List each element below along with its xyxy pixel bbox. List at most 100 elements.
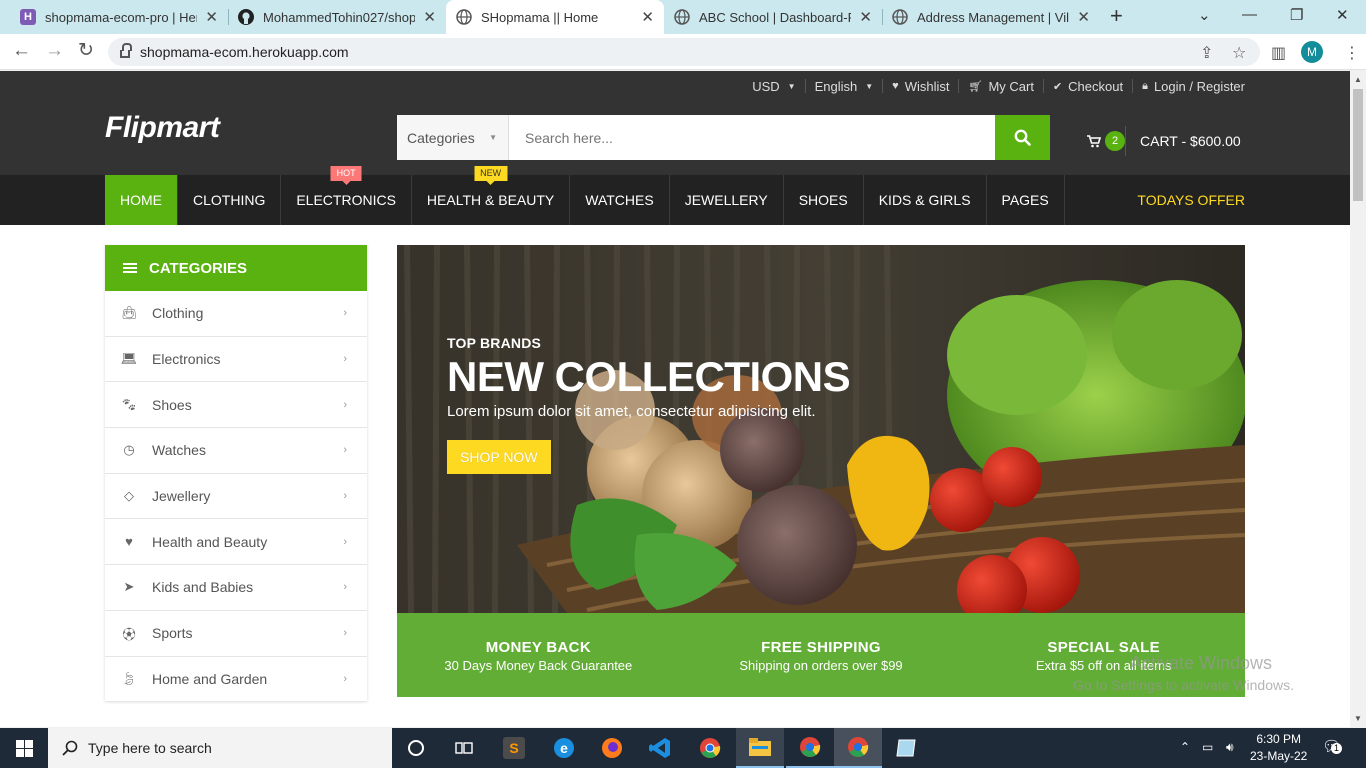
nav-jewellery[interactable]: JEWELLERY [670,175,784,225]
chevron-right-icon: › [343,673,347,686]
chrome-active-icon[interactable] [834,728,882,768]
chevron-right-icon: › [343,581,347,594]
category-clothing[interactable]: 👜︎ Clothing › [105,291,367,337]
nav-home[interactable]: HOME [105,175,178,225]
category-sports[interactable]: ⚽︎ Sports › [105,611,367,657]
file-explorer-icon[interactable] [736,728,784,768]
new-tab-button[interactable]: + [1110,5,1123,27]
scroll-down-icon[interactable]: ▼ [1354,714,1362,723]
hero-description: Lorem ipsum dolor sit amet, consectetur … [447,403,816,420]
globe-icon [892,9,908,25]
checkout-link[interactable]: ✔ Checkout [1044,79,1134,94]
forward-arrow-icon[interactable]: → [45,41,64,61]
close-icon[interactable]: ✕ [205,8,218,26]
chrome-profile-icon[interactable] [786,728,834,768]
svg-text:e: e [560,740,568,756]
categories-header: CATEGORIES [105,245,367,291]
page-scrollbar[interactable]: ▲ ▼ [1350,71,1366,727]
info-money-back: MONEY BACK 30 Days Money Back Guarantee [444,639,633,673]
start-button[interactable] [0,728,48,768]
nav-clothing[interactable]: CLOTHING [178,175,282,225]
lock-icon [120,43,132,58]
search-category-select[interactable]: Categories ▼ [397,115,509,160]
reload-icon[interactable]: ↻ [78,41,94,61]
chevron-right-icon: › [343,535,347,548]
wishlist-link[interactable]: ♥ Wishlist [883,79,960,94]
restore-button[interactable]: ❐ [1290,6,1303,24]
scrollbar-thumb[interactable] [1353,89,1363,201]
chevron-right-icon: › [343,398,347,411]
notifications-icon[interactable]: 💬︎1 [1322,737,1342,755]
globe-icon [456,9,472,25]
chrome-icon[interactable] [686,728,734,768]
my-cart-link[interactable]: 🛒︎ My Cart [959,79,1044,94]
login-register-link[interactable]: 🔒︎ Login / Register [1133,79,1245,94]
close-window-button[interactable]: ✕ [1336,6,1349,24]
category-shoes[interactable]: 🐾︎ Shoes › [105,382,367,429]
close-icon[interactable]: ✕ [641,8,654,26]
app-icon[interactable] [882,728,930,768]
category-electronics[interactable]: 💻︎ Electronics › [105,337,367,383]
hero-title: NEW COLLECTIONS [447,353,851,400]
site-header: USD ▼ English ▼ ♥ Wishlist 🛒︎ My Cart ✔ Check… [0,71,1350,175]
cart-count-badge: 2 [1105,131,1125,151]
nav-kids-girls[interactable]: KIDS & GIRLS [864,175,987,225]
tab-github[interactable]: MohammedTohin027/shopmama ✕ [228,0,446,34]
category-health-beauty[interactable]: ♥ Health and Beauty › [105,519,367,566]
close-icon[interactable]: ✕ [423,8,436,26]
site-logo[interactable]: Flipmart [105,111,220,145]
scroll-up-icon[interactable]: ▲ [1354,75,1362,84]
nav-health-beauty[interactable]: NEW HEALTH & BEAUTY [412,166,571,225]
main-navigation: HOME CLOTHING HOT ELECTRONICS NEW HEALTH… [0,166,1350,225]
category-watches[interactable]: ◷ Watches › [105,428,367,474]
shopping-bag-icon: 👜︎ [120,305,138,321]
volume-icon[interactable]: 🔊︎ [1226,740,1234,755]
hero-subtitle: TOP BRANDS [447,335,542,351]
sublime-text-icon[interactable]: S [490,728,538,768]
tab-heroku[interactable]: H shopmama-ecom-pro | Heroku ✕ [10,0,228,34]
close-icon[interactable]: ✕ [859,8,872,26]
firefox-icon[interactable] [588,728,636,768]
tab-abc-school[interactable]: ABC School | Dashboard-Pro ✕ [664,0,882,34]
chevron-right-icon: › [343,353,347,366]
bookmark-star-icon[interactable]: ☆ [1232,43,1246,63]
browser-menu-icon[interactable]: ⋮ [1344,43,1360,63]
task-view-icon[interactable] [440,728,488,768]
share-icon[interactable]: ⇪ [1200,43,1213,63]
shop-now-button[interactable]: SHOP NOW [447,440,551,474]
caret-down-icon: ▼ [489,133,497,142]
language-dropdown[interactable]: English ▼ [806,79,884,94]
profile-avatar[interactable]: M [1301,41,1323,63]
close-icon[interactable]: ✕ [1077,8,1090,26]
header-cart[interactable]: 2 CART - $600.00 [1087,126,1241,156]
tab-shopmama-home[interactable]: SHopmama || Home ✕ [446,0,664,34]
currency-dropdown[interactable]: USD ▼ [743,79,806,94]
category-kids-babies[interactable]: ➤ Kids and Babies › [105,565,367,611]
todays-offer-link[interactable]: TODAYS OFFER [1137,192,1245,208]
search-button[interactable] [995,115,1050,160]
list-icon [123,263,137,273]
nav-electronics[interactable]: HOT ELECTRONICS [281,166,412,225]
cortana-icon[interactable] [392,728,440,768]
tab-address-management[interactable]: Address Management | Village ✕ [882,0,1100,34]
edge-icon[interactable]: e [540,728,588,768]
back-arrow-icon[interactable]: ← [12,41,31,61]
nav-watches[interactable]: WATCHES [570,175,670,225]
network-icon[interactable]: ▭ [1202,740,1213,754]
laptop-icon: 💻︎ [120,351,138,367]
tray-chevron-up-icon[interactable]: ⌃ [1180,740,1190,754]
category-jewellery[interactable]: ◇ Jewellery › [105,474,367,520]
nav-shoes[interactable]: SHOES [784,175,864,225]
category-home-garden[interactable]: 🍃︎ Home and Garden › [105,657,367,703]
nav-pages[interactable]: PAGES [987,175,1065,225]
taskbar-search[interactable]: Type here to search [48,728,392,768]
chevron-right-icon: › [343,307,347,320]
url-field[interactable]: shopmama-ecom.herokuapp.com [108,38,1260,66]
search-input[interactable] [509,115,995,160]
minimize-button[interactable]: — [1242,6,1257,23]
tab-search-icon[interactable]: ⌄ [1198,6,1211,24]
vscode-icon[interactable] [636,728,684,768]
taskbar-clock[interactable]: 6:30 PM 23-May-22 [1250,731,1307,765]
cart-icon: 🛒︎ [968,80,983,93]
side-panel-icon[interactable]: ▥ [1271,43,1286,63]
